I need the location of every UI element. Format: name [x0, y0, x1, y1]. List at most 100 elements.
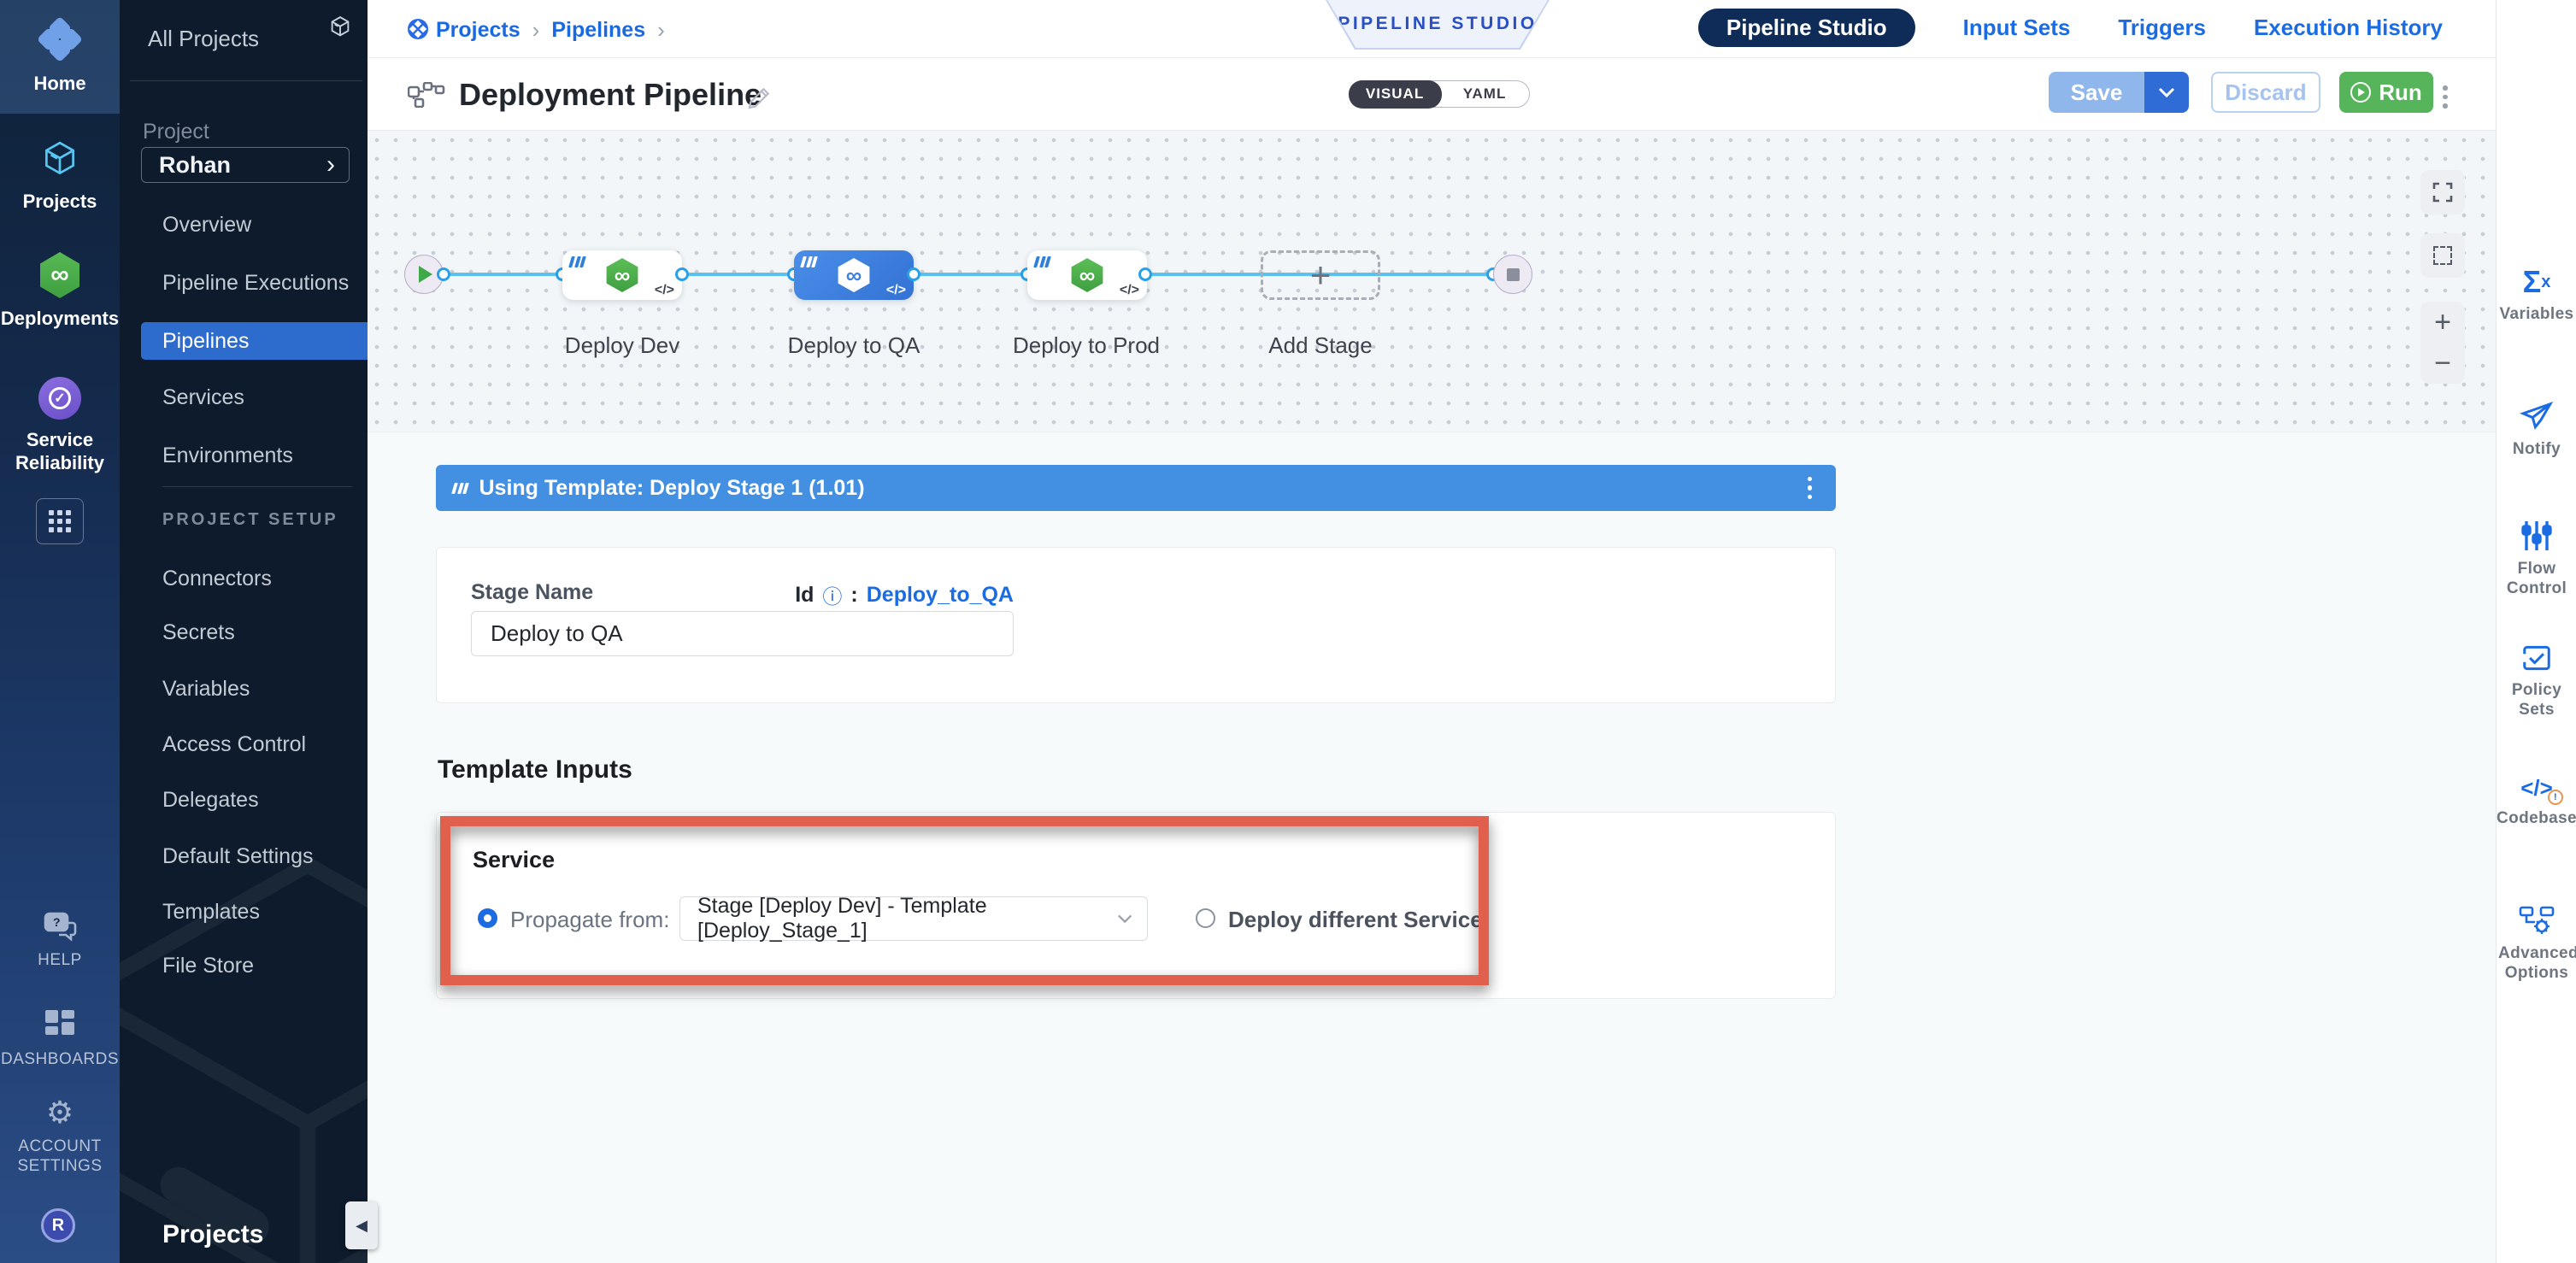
rail-item-policy-sets[interactable]: Policy Sets — [2497, 639, 2576, 720]
rail-item-service-reliability[interactable]: ✓ Service Reliability — [0, 360, 120, 491]
projects-cube-icon — [38, 138, 81, 181]
discard-button[interactable]: Discard — [2211, 72, 2320, 113]
user-avatar[interactable]: R — [41, 1208, 75, 1242]
sidebar-item-variables[interactable]: Variables — [162, 676, 250, 702]
chevron-right-icon: › — [326, 150, 335, 179]
sidebar-item-connectors[interactable]: Connectors — [162, 566, 272, 591]
stage-label[interactable]: Deploy Dev — [520, 332, 725, 359]
main-area: Projects › Pipelines › PIPELINE STUDIO P… — [368, 0, 2496, 1263]
sidebar-item-default-settings[interactable]: Default Settings — [162, 843, 314, 869]
stage-label[interactable]: Deploy to QA — [751, 332, 956, 359]
rail-item-codebase[interactable]: </>! Codebase — [2497, 767, 2576, 828]
variables-sigma-icon: Σx — [2523, 263, 2551, 297]
connector-dot — [907, 267, 920, 281]
rail-item-account-settings[interactable]: ⚙ ACCOUNT SETTINGS — [0, 1094, 120, 1179]
rail-item-label: Notify — [2513, 439, 2561, 459]
rail-item-label: DASHBOARDS — [1, 1049, 119, 1069]
project-setup-heading: PROJECT SETUP — [162, 510, 338, 530]
stage-node-deploy-dev[interactable]: ∞ </> — [562, 250, 682, 300]
zoom-out-button[interactable]: − — [2420, 343, 2465, 384]
sidebar-item-overview[interactable]: Overview — [162, 212, 251, 238]
toolbar-kebab-menu[interactable] — [2443, 85, 2448, 109]
save-dropdown-button[interactable] — [2144, 72, 2189, 113]
template-banner[interactable]: Using Template: Deploy Stage 1 (1.01) — [436, 465, 1836, 511]
rail-item-label: Deployments — [1, 307, 119, 330]
breadcrumb-projects[interactable]: Projects — [436, 18, 520, 43]
run-button[interactable]: Run — [2339, 72, 2433, 113]
chevron-down-icon — [2158, 87, 2175, 97]
sidebar-item-pipeline-executions[interactable]: Pipeline Executions — [162, 270, 349, 296]
sidebar-item-environments[interactable]: Environments — [162, 443, 293, 468]
module-rail: Home Projects ∞ Deployments ✓ Service Re… — [0, 0, 120, 1263]
sidebar-item-pipelines[interactable]: Pipelines — [141, 322, 368, 360]
sidebar-item-file-store[interactable]: File Store — [162, 953, 254, 978]
zoom-in-button[interactable]: + — [2420, 302, 2465, 343]
stage-id-value[interactable]: Deploy_to_QA — [867, 583, 1014, 608]
rail-item-deployments[interactable]: ∞ Deployments — [0, 235, 120, 347]
breadcrumb-separator: › — [532, 17, 540, 44]
rail-item-help[interactable]: ? HELP — [0, 902, 120, 978]
rail-item-flow-control[interactable]: Flow Control — [2497, 518, 2576, 598]
add-stage-label[interactable]: Add Stage — [1218, 332, 1423, 359]
stage-label[interactable]: Deploy to Prod — [984, 332, 1189, 359]
sidebar-item-access-control[interactable]: Access Control — [162, 731, 306, 757]
marquee-select-button[interactable] — [2420, 233, 2465, 278]
rail-item-home[interactable]: Home — [0, 0, 120, 114]
pipeline-canvas[interactable]: ∞ </> ∞ </> ∞ </> + Deploy Dev Deploy to… — [368, 131, 2496, 432]
rail-item-advanced-options[interactable]: Advanced Options — [2497, 902, 2576, 983]
codebase-icon: </>! — [2520, 767, 2553, 802]
cd-stage-icon: ∞ — [837, 258, 871, 292]
cd-stage-icon: ∞ — [605, 258, 639, 292]
sidebar-item-services[interactable]: Services — [162, 385, 244, 410]
stage-node-deploy-to-qa[interactable]: ∞ </> — [794, 250, 914, 300]
project-selector[interactable]: Rohan › — [141, 147, 350, 183]
stage-name-input[interactable] — [471, 611, 1014, 656]
fullscreen-button[interactable] — [2420, 170, 2465, 214]
breadcrumb: Projects › Pipelines › — [436, 17, 665, 44]
add-stage-button[interactable]: + — [1261, 250, 1380, 300]
edit-pencil-icon[interactable] — [746, 84, 773, 111]
toggle-yaml[interactable]: YAML — [1440, 81, 1529, 107]
breadcrumb-pipelines[interactable]: Pipelines — [551, 18, 645, 43]
zoom-controls: + − — [2420, 302, 2465, 384]
rail-item-projects[interactable]: Projects — [0, 128, 120, 222]
deployments-icon: ∞ — [38, 252, 81, 298]
pipeline-right-rail: Σx Variables Notify Flow Control — [2496, 0, 2576, 1263]
rail-item-notify[interactable]: Notify — [2497, 398, 2576, 459]
tab-pipeline-studio[interactable]: Pipeline Studio — [1698, 9, 1915, 47]
rail-item-label: Policy Sets — [2507, 680, 2567, 720]
code-icon: </> — [1120, 283, 1139, 298]
sidebar-divider — [162, 486, 352, 487]
annotation-highlight-box — [440, 816, 1489, 985]
rail-item-dashboards[interactable]: DASHBOARDS — [0, 1000, 120, 1077]
stop-icon — [1507, 268, 1520, 281]
help-chat-icon: ? — [42, 911, 78, 942]
stage-node-deploy-to-prod[interactable]: ∞ </> — [1027, 250, 1147, 300]
module-picker-button[interactable] — [36, 498, 84, 544]
template-banner-text: Using Template: Deploy Stage 1 (1.01) — [479, 476, 865, 501]
sidebar-collapse-button[interactable]: ◀ — [345, 1201, 378, 1249]
sidebar-item-delegates[interactable]: Delegates — [162, 787, 259, 813]
rail-item-label: Service Reliability — [9, 428, 111, 474]
save-button[interactable]: Save — [2049, 72, 2144, 113]
all-projects-link[interactable]: All Projects — [148, 26, 259, 52]
sidebar-item-secrets[interactable]: Secrets — [162, 620, 235, 645]
notify-paper-plane-icon — [2520, 398, 2554, 432]
toggle-visual[interactable]: VISUAL — [1349, 80, 1442, 109]
project-selector-value: Rohan — [159, 152, 231, 179]
info-icon[interactable]: ⓘ — [822, 580, 842, 609]
all-projects-cube-icon[interactable] — [327, 15, 353, 40]
sidebar-item-templates[interactable]: Templates — [162, 899, 260, 925]
rail-item-variables[interactable]: Σx Variables — [2497, 263, 2576, 324]
rail-item-label: Variables — [2499, 304, 2573, 324]
pipeline-title: Deployment Pipeline — [459, 77, 762, 113]
rail-item-label: Projects — [23, 190, 97, 213]
tab-execution-history[interactable]: Execution History — [2254, 15, 2443, 41]
rail-item-label: Codebase — [2497, 808, 2576, 828]
tab-triggers[interactable]: Triggers — [2118, 15, 2206, 41]
connector-dot — [675, 267, 689, 281]
sidebar-item-label: Pipelines — [162, 329, 249, 354]
tab-input-sets[interactable]: Input Sets — [1963, 15, 2071, 41]
template-banner-kebab-menu[interactable] — [1808, 477, 1813, 500]
header-tabs: Pipeline Studio Input Sets Triggers Exec… — [1698, 0, 2443, 55]
